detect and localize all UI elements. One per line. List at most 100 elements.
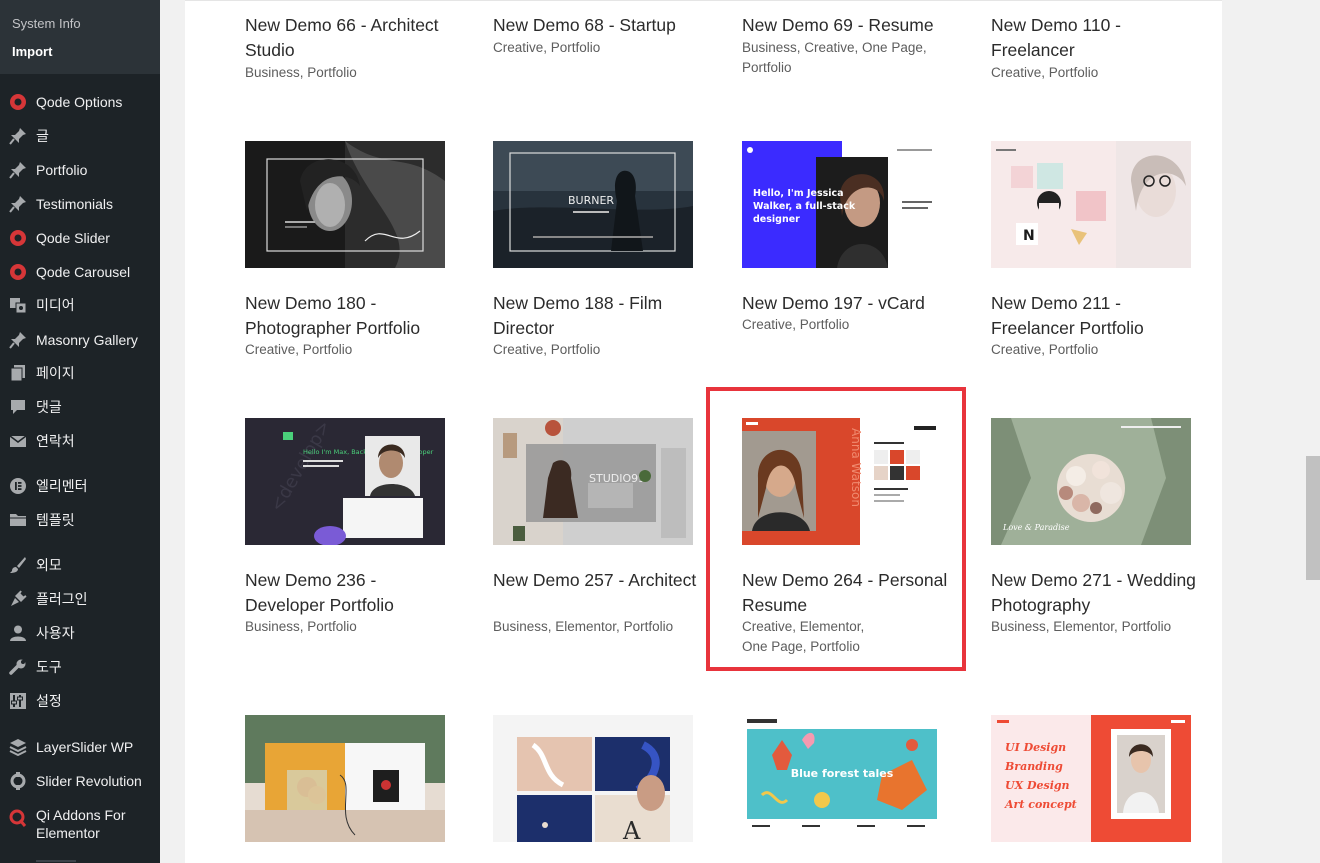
pin-icon <box>8 194 28 214</box>
qode-icon <box>8 92 28 112</box>
demo-title[interactable]: New Demo 68 - Startup <box>493 13 708 38</box>
demo-thumbnail-freelancer-portfolio[interactable]: N <box>991 141 1191 268</box>
ui-design-text: UI Design <box>1005 741 1066 754</box>
scrollbar-thumb[interactable] <box>1306 456 1320 580</box>
sidebar-item-label: 댓글 <box>36 399 62 415</box>
svg-text:N: N <box>1023 228 1035 244</box>
ux-design-text: UX Design <box>1005 779 1070 792</box>
sidebar-item-label: 외모 <box>36 557 62 573</box>
demo-tags: Business, Elementor, Portfolio <box>493 619 674 634</box>
sidebar-item-users[interactable]: 사용자 <box>0 616 160 650</box>
sidebar-item-masonry-gallery[interactable]: Masonry Gallery <box>0 323 160 357</box>
demo-thumbnail-photographer[interactable] <box>245 141 445 268</box>
mail-icon <box>8 431 28 451</box>
demo-tags: Creative, Portfolio <box>742 317 850 332</box>
sidebar-item-tools[interactable]: 도구 <box>0 650 160 684</box>
sidebar-item-qi-addons[interactable]: Qi Addons For Elementor <box>0 806 160 842</box>
demo-title[interactable]: New Demo 69 - Resume <box>742 13 957 38</box>
demo-thumbnail-blue-forest[interactable]: Blue forest tales <box>742 715 942 842</box>
sidebar-item-qode-carousel[interactable]: Qode Carousel <box>0 255 160 289</box>
sidebar-item-label: 플러그인 <box>36 591 88 607</box>
sidebar-item-label: 엘리멘터 <box>36 478 88 494</box>
sidebar-item-label: 글 <box>36 128 49 144</box>
demo-tags: Creative, Portfolio <box>991 65 1099 80</box>
demo-thumbnail-developer[interactable]: <develop> Hello I'm Max, Back-end Web De… <box>245 418 445 545</box>
sidebar-item-comments[interactable]: 댓글 <box>0 390 160 424</box>
burner-text: BURNER <box>568 194 614 207</box>
qode-icon <box>8 228 28 248</box>
sidebar-item-testimonials[interactable]: Testimonials <box>0 187 160 221</box>
sidebar-item-label: 템플릿 <box>36 512 75 528</box>
demo-card-row4-2[interactable]: A <box>493 715 693 863</box>
sidebar-item-plugins[interactable]: 플러그인 <box>0 582 160 616</box>
demo-thumbnail-wedding[interactable]: Love & Paradise <box>991 418 1191 545</box>
pin-icon <box>8 330 28 350</box>
sidebar-item-portfolio[interactable]: Portfolio <box>0 153 160 187</box>
blue-forest-text: Blue forest tales <box>791 767 894 780</box>
panel-top-border <box>185 0 1222 1</box>
sidebar-item-clipped[interactable] <box>36 856 76 863</box>
sidebar-item-appearance[interactable]: 외모 <box>0 548 160 582</box>
sidebar-item-label: Slider Revolution <box>36 773 142 789</box>
sidebar-item-templates[interactable]: 템플릿 <box>0 503 160 537</box>
qode-icon <box>8 262 28 282</box>
demo-title[interactable]: New Demo 257 - Architect <box>493 568 708 593</box>
comment-icon <box>8 397 28 417</box>
sidebar-item-qode-slider[interactable]: Qode Slider <box>0 221 160 255</box>
sidebar-item-pages[interactable]: 페이지 <box>0 356 160 390</box>
demo-title[interactable]: New Demo 211 - Freelancer Portfolio <box>991 291 1206 341</box>
sidebar-item-label: Qode Options <box>36 94 123 110</box>
sidebar-item-elementor[interactable]: 엘리멘터 <box>0 469 160 503</box>
jessica-text-3: designer <box>753 214 800 225</box>
jessica-text-2: Walker, a full-stack <box>753 201 856 212</box>
sidebar-item-posts[interactable]: 글 <box>0 119 160 153</box>
sidebar-item-label: Portfolio <box>36 162 88 178</box>
submenu: System Info Import <box>0 0 160 74</box>
sidebar-item-label: 설정 <box>36 693 62 709</box>
demo-title[interactable]: New Demo 180 - Photographer Portfolio <box>245 291 460 341</box>
demo-title[interactable]: New Demo 197 - vCard <box>742 291 957 316</box>
sidebar-item-label: Testimonials <box>36 196 114 212</box>
submenu-import[interactable]: Import <box>12 44 52 59</box>
demo-title[interactable]: New Demo 236 - Developer Portfolio <box>245 568 460 618</box>
demo-card-row4-1[interactable] <box>245 715 445 863</box>
demo-title[interactable]: New Demo 271 - Wedding Photography <box>991 568 1206 618</box>
demo-tags: Creative, Portfolio <box>245 342 353 357</box>
user-icon <box>8 623 28 643</box>
wedding-text: Love & Paradise <box>1002 523 1070 532</box>
studio-text: STUDIO99 <box>589 472 645 485</box>
sidebar-item-contact[interactable]: 연락처 <box>0 424 160 458</box>
submenu-system-info[interactable]: System Info <box>12 16 81 31</box>
demo-thumbnail-orange[interactable] <box>245 715 445 842</box>
demo-tags: Business, Elementor, Portfolio <box>991 619 1172 634</box>
page-scrollbar[interactable] <box>1304 0 1320 863</box>
demo-title[interactable]: New Demo 188 - Film Director <box>493 291 708 341</box>
demo-thumbnail-architect[interactable]: STUDIO99 <box>493 418 693 545</box>
sidebar-item-qode-options[interactable]: Qode Options <box>0 85 160 119</box>
sidebar-item-label: LayerSlider WP <box>36 739 134 755</box>
sidebar-item-settings[interactable]: 설정 <box>0 684 160 718</box>
demo-thumbnail-film-director[interactable]: BURNER <box>493 141 693 268</box>
sidebar-item-media[interactable]: 미디어 <box>0 288 160 322</box>
brush-icon <box>8 555 28 575</box>
sidebar-item-label: Qode Slider <box>36 230 110 246</box>
demo-title[interactable]: New Demo 110 - Freelancer <box>991 13 1206 63</box>
demo-tags: Creative, Portfolio <box>991 342 1099 357</box>
sidebar-item-slider-revolution[interactable]: Slider Revolution <box>0 764 160 798</box>
demo-tags: Creative, Portfolio <box>493 342 601 357</box>
qi-icon <box>8 808 28 828</box>
sidebar-item-layerslider[interactable]: LayerSlider WP <box>0 730 160 764</box>
demo-thumbnail-vcard[interactable]: Hello, I'm Jessica Walker, a full-stack … <box>742 141 942 268</box>
sidebar-item-label: 미디어 <box>36 297 75 313</box>
demo-thumbnail-art-grid[interactable]: A <box>493 715 693 842</box>
jessica-text-1: Hello, I'm Jessica <box>753 188 844 199</box>
admin-sidebar: System Info Import Qode Options 글 Portfo… <box>0 0 160 863</box>
demo-card-row4-4[interactable]: UI Design Branding UX Design Art concept <box>991 715 1191 863</box>
demo-title[interactable]: New Demo 66 - Architect Studio <box>245 13 460 63</box>
demo-card-row4-3[interactable]: Blue forest tales <box>742 715 942 863</box>
pin-icon <box>8 160 28 180</box>
layers-icon <box>8 737 28 757</box>
demo-tags: Business, Creative, One Page, Portfolio <box>742 40 927 75</box>
branding-text: Branding <box>1004 760 1063 773</box>
demo-thumbnail-ui-design[interactable]: UI Design Branding UX Design Art concept <box>991 715 1191 842</box>
